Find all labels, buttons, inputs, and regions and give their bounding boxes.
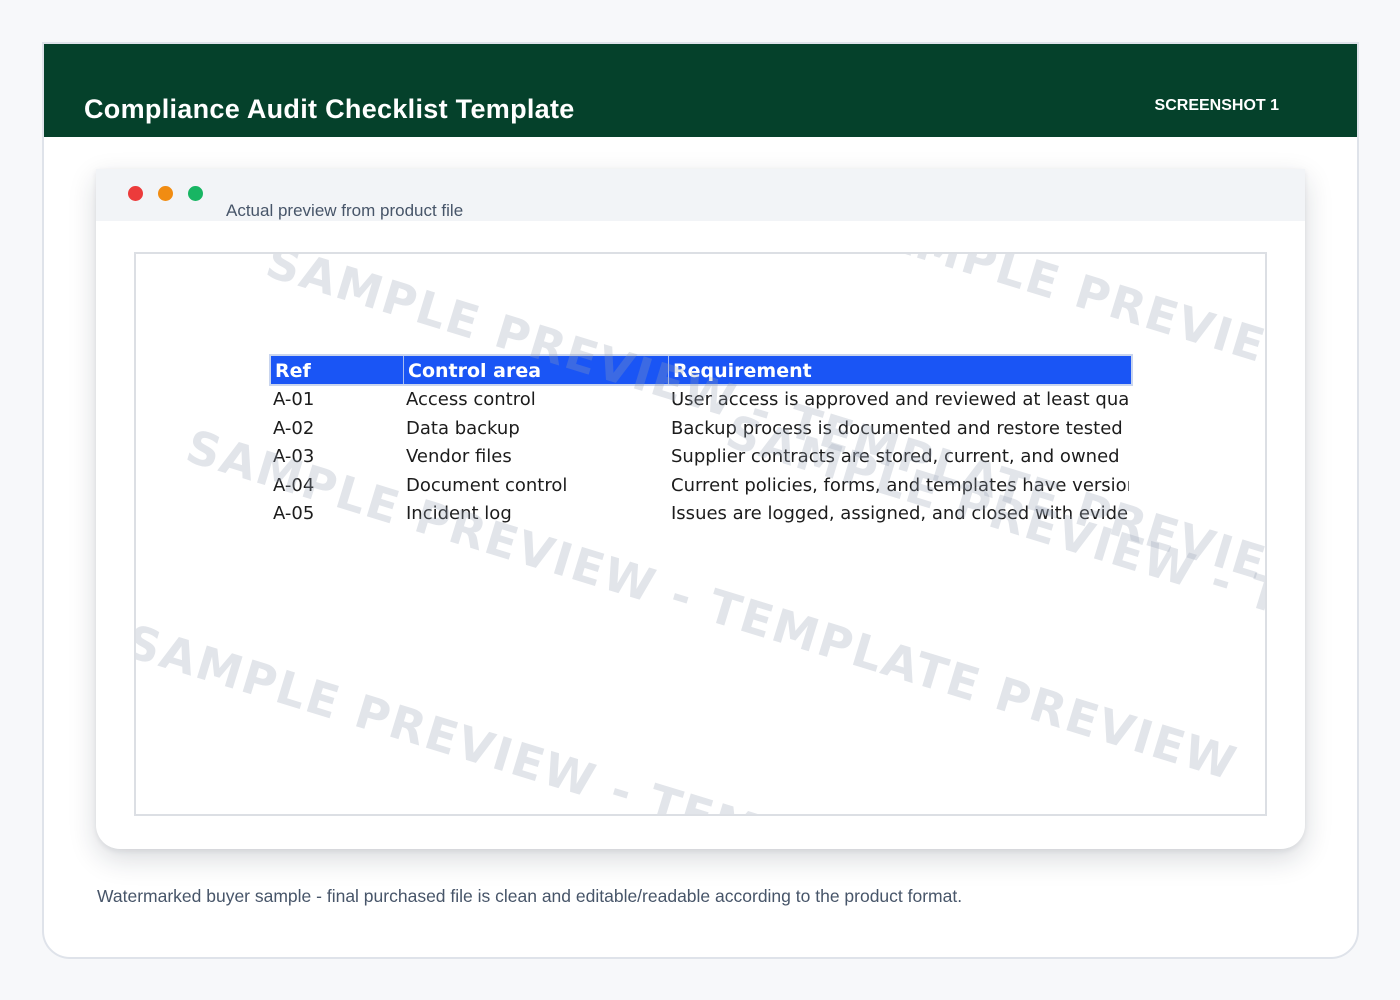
screenshot-badge: SCREENSHOT 1 — [1154, 97, 1279, 114]
cell-control-area: Access control — [406, 389, 536, 410]
table-row: A-01 Access control User access is appro… — [269, 386, 1133, 415]
page-title: Compliance Audit Checklist Template — [84, 94, 575, 124]
cell-requirement: Current policies, forms, and templates h… — [671, 474, 1129, 496]
column-header-requirement: Requirement — [673, 360, 812, 382]
cell-requirement: User access is approved and reviewed at … — [671, 389, 1129, 410]
cell-ref: A-05 — [273, 503, 315, 524]
spreadsheet-preview: Ref Control area Requirement A-01 Access… — [134, 252, 1267, 816]
table-row: A-02 Data backup Backup process is docum… — [269, 415, 1133, 444]
cell-ref: A-03 — [273, 446, 315, 467]
cell-control-area: Vendor files — [406, 446, 512, 467]
column-header-ref: Ref — [271, 356, 404, 384]
cell-requirement: Issues are logged, assigned, and closed … — [671, 503, 1129, 524]
cell-requirement: Backup process is documented and restore… — [671, 417, 1123, 439]
cell-ref: A-02 — [273, 417, 315, 439]
window-caption: Actual preview from product file — [226, 201, 464, 220]
minimize-dot-icon[interactable] — [158, 186, 173, 201]
table-row: A-05 Incident log Issues are logged, ass… — [269, 500, 1133, 529]
cell-requirement: Supplier contracts are stored, current, … — [671, 446, 1120, 467]
cell-control-area: Incident log — [406, 503, 512, 524]
table-header: Ref Control area Requirement — [269, 354, 1133, 386]
column-header-control-area: Control area — [404, 356, 669, 384]
cell-control-area: Data backup — [406, 417, 520, 439]
close-dot-icon[interactable] — [128, 186, 143, 201]
table-row: A-04 Document control Current policies, … — [269, 472, 1133, 501]
cell-ref: A-04 — [273, 474, 315, 496]
checklist-table: Ref Control area Requirement A-01 Access… — [269, 354, 1133, 529]
watermark-text: SAMPLE PREVIEW - TEMPLATE PREVIEW — [134, 614, 1184, 816]
cell-ref: A-01 — [273, 389, 315, 410]
header-bar: Compliance Audit Checklist Template SCRE… — [44, 44, 1357, 137]
preview-window: Actual preview from product file Ref Con… — [96, 169, 1305, 849]
maximize-dot-icon[interactable] — [188, 186, 203, 201]
window-titlebar: Actual preview from product file — [96, 169, 1305, 221]
cell-control-area: Document control — [406, 474, 568, 496]
watermark-footnote: Watermarked buyer sample - final purchas… — [97, 886, 963, 906]
table-row: A-03 Vendor files Supplier contracts are… — [269, 443, 1133, 472]
